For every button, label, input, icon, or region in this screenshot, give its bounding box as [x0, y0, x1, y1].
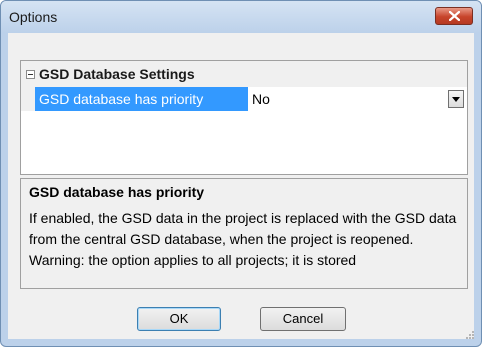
property-grid: GSD Database Settings GSD database has p…: [20, 60, 468, 175]
window-title: Options: [9, 9, 58, 25]
ok-button[interactable]: OK: [137, 307, 221, 331]
dropdown-arrow-icon: [452, 97, 460, 102]
category-label: GSD Database Settings: [39, 66, 195, 82]
options-dialog: Options GSD Database Settings GSD databa…: [0, 0, 482, 347]
description-title: GSD database has priority: [29, 184, 205, 200]
resize-grip-icon[interactable]: [465, 330, 475, 340]
property-row[interactable]: GSD database has priority No: [21, 87, 467, 111]
description-text: If enabled, the GSD data in the project …: [29, 210, 457, 268]
dropdown-button[interactable]: [448, 90, 464, 108]
title-bar[interactable]: Options: [1, 1, 481, 33]
category-row[interactable]: GSD Database Settings: [21, 61, 467, 87]
collapse-minus-icon[interactable]: [26, 70, 35, 79]
close-icon: [449, 11, 460, 21]
close-button[interactable]: [435, 7, 473, 25]
property-value[interactable]: No: [252, 87, 444, 111]
cancel-button[interactable]: Cancel: [260, 307, 346, 331]
property-name[interactable]: GSD database has priority: [35, 87, 248, 111]
property-gutter: [21, 87, 35, 111]
description-panel: GSD database has priority If enabled, th…: [20, 178, 468, 289]
